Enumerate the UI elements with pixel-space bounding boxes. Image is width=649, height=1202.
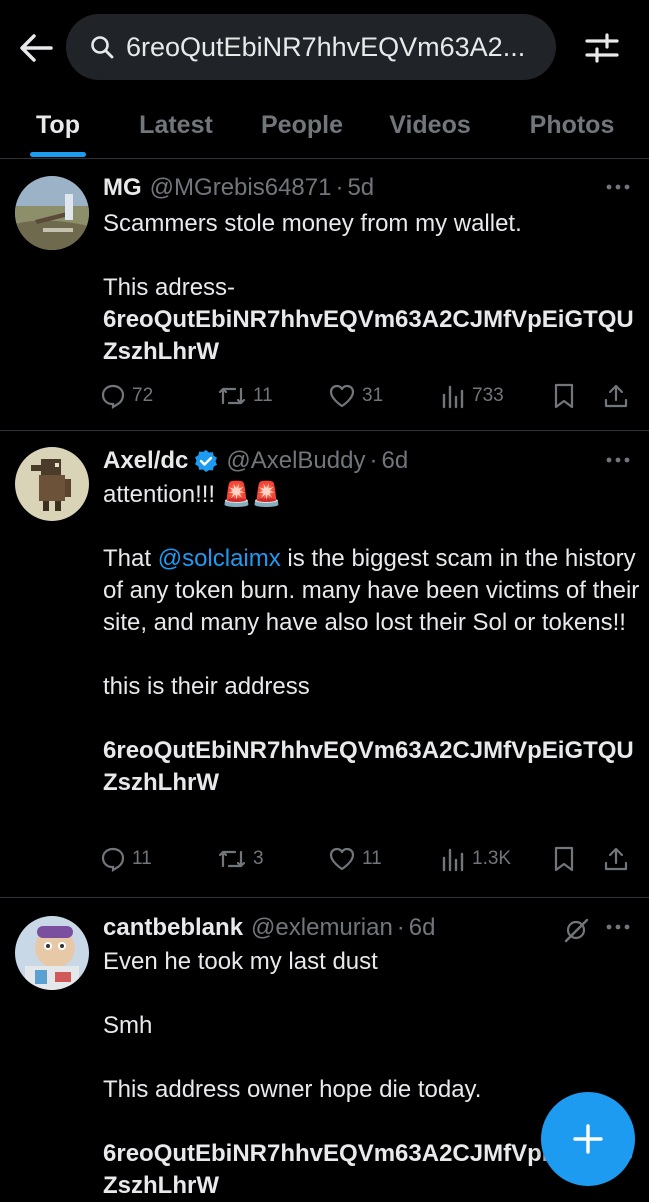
share-button[interactable] xyxy=(603,841,629,877)
author-handle[interactable]: @MGrebis64871 xyxy=(150,174,332,202)
back-button[interactable] xyxy=(14,26,58,70)
back-arrow-icon xyxy=(20,34,53,62)
post-line: attention!!! 🚨🚨 xyxy=(103,481,282,508)
grok-icon xyxy=(564,918,589,943)
repost-icon xyxy=(218,850,246,868)
views-chart-icon xyxy=(442,385,464,409)
reply-count: 72 xyxy=(132,385,154,406)
bookmark-icon xyxy=(554,846,574,872)
bookmark-button[interactable] xyxy=(552,841,576,877)
reply-icon xyxy=(101,384,125,409)
repost-button[interactable]: 11 xyxy=(217,378,273,414)
separator-dot: · xyxy=(335,174,344,201)
compose-button[interactable] xyxy=(541,1092,635,1186)
like-button[interactable]: 11 xyxy=(328,841,382,877)
more-icon xyxy=(606,924,630,930)
post-paragraph: That @solclaimx is the biggest scam in t… xyxy=(103,543,643,639)
post-text: attention!!! 🚨🚨 That @solclaimx is the b… xyxy=(103,479,643,799)
repost-icon xyxy=(218,387,246,405)
post-header: cantbeblank @exlemurian · 6d xyxy=(103,914,436,942)
grok-button[interactable] xyxy=(560,914,592,946)
post-time: 5d xyxy=(347,174,375,201)
tab-photos[interactable]: Photos xyxy=(522,92,622,158)
tab-latest[interactable]: Latest xyxy=(130,92,222,158)
reply-button[interactable]: 72 xyxy=(100,378,153,414)
author-handle[interactable]: @exlemurian xyxy=(251,914,393,942)
post-time: 6d xyxy=(381,447,409,474)
author-handle[interactable]: @AxelBuddy xyxy=(226,447,365,475)
search-tabs: Top Latest People Videos Photos xyxy=(0,92,649,159)
more-options-button[interactable] xyxy=(600,445,636,475)
views-chart-icon xyxy=(442,848,464,872)
search-input[interactable]: 6reoQutEbiNR7hhvEQVm63A2... xyxy=(66,14,556,80)
separator-dot: · xyxy=(369,447,378,474)
bookmark-icon xyxy=(554,383,574,409)
repost-button[interactable]: 3 xyxy=(217,841,264,877)
search-icon xyxy=(90,33,118,61)
avatar[interactable] xyxy=(15,447,89,521)
post-line: Even he took my last dust xyxy=(103,948,378,975)
search-query-text: 6reoQutEbiNR7hhvEQVm63A2... xyxy=(126,31,526,62)
author-name[interactable]: cantbeblank xyxy=(103,914,243,942)
post-header: MG @MGrebis64871 · 5d xyxy=(103,174,374,202)
separator-dot: · xyxy=(396,914,405,941)
view-count: 1.3K xyxy=(472,848,512,869)
post-card[interactable]: MG @MGrebis64871 · 5d Scammers stole mon… xyxy=(0,158,649,431)
post-line: This adress- xyxy=(103,274,236,301)
like-count: 11 xyxy=(362,848,382,869)
repost-count: 3 xyxy=(253,848,264,869)
sliders-icon xyxy=(585,33,619,63)
post-actions: 11 3 11 1.3K xyxy=(100,841,640,877)
more-options-button[interactable] xyxy=(600,172,636,202)
repost-count: 11 xyxy=(253,385,273,406)
post-actions: 72 11 31 733 xyxy=(100,378,640,414)
post-line: Smh xyxy=(103,1012,153,1039)
post-card[interactable]: Axel/dc @AxelBuddy · 6d attention!!! 🚨🚨 … xyxy=(0,431,649,898)
reply-count: 11 xyxy=(132,848,152,869)
heart-icon xyxy=(329,384,355,408)
post-line: Scammers stole money from my wallet. xyxy=(103,210,522,237)
like-count: 31 xyxy=(362,385,384,406)
reply-icon xyxy=(101,847,125,872)
avatar[interactable] xyxy=(15,916,89,990)
author-name[interactable]: MG xyxy=(103,174,142,202)
verified-badge-icon xyxy=(195,450,218,472)
mention-link[interactable]: @solclaimx xyxy=(158,545,281,572)
more-options-button[interactable] xyxy=(600,912,636,942)
top-bar: 6reoQutEbiNR7hhvEQVm63A2... xyxy=(0,0,649,92)
reply-button[interactable]: 11 xyxy=(100,841,152,877)
bookmark-button[interactable] xyxy=(552,378,576,414)
views-button[interactable]: 1.3K xyxy=(440,841,511,877)
search-filter-button[interactable] xyxy=(580,28,624,68)
view-count: 733 xyxy=(472,385,504,406)
views-button[interactable]: 733 xyxy=(440,378,504,414)
share-icon xyxy=(604,847,628,871)
like-button[interactable]: 31 xyxy=(328,378,383,414)
more-icon xyxy=(606,457,630,463)
wallet-address: 6reoQutEbiNR7hhvEQVm63A2CJMfVpEiGTQUZszh… xyxy=(103,737,634,796)
post-text-prefix: That xyxy=(103,545,158,572)
heart-icon xyxy=(329,847,355,871)
wallet-address: 6reoQutEbiNR7hhvEQVm63A2CJMfVpEiGTQUZszh… xyxy=(103,306,634,365)
plus-icon xyxy=(573,1124,603,1154)
share-button[interactable] xyxy=(603,378,629,414)
tab-top[interactable]: Top xyxy=(24,92,92,158)
post-header: Axel/dc @AxelBuddy · 6d xyxy=(103,447,408,475)
share-icon xyxy=(604,384,628,408)
post-time: 6d xyxy=(408,914,436,941)
author-name[interactable]: Axel/dc xyxy=(103,447,188,475)
more-icon xyxy=(606,184,630,190)
post-text: Scammers stole money from my wallet. Thi… xyxy=(103,208,643,368)
post-line: this is their address xyxy=(103,673,310,700)
avatar[interactable] xyxy=(15,176,89,250)
tab-people[interactable]: People xyxy=(252,92,352,158)
active-tab-indicator xyxy=(30,152,86,157)
tab-videos[interactable]: Videos xyxy=(380,92,480,158)
